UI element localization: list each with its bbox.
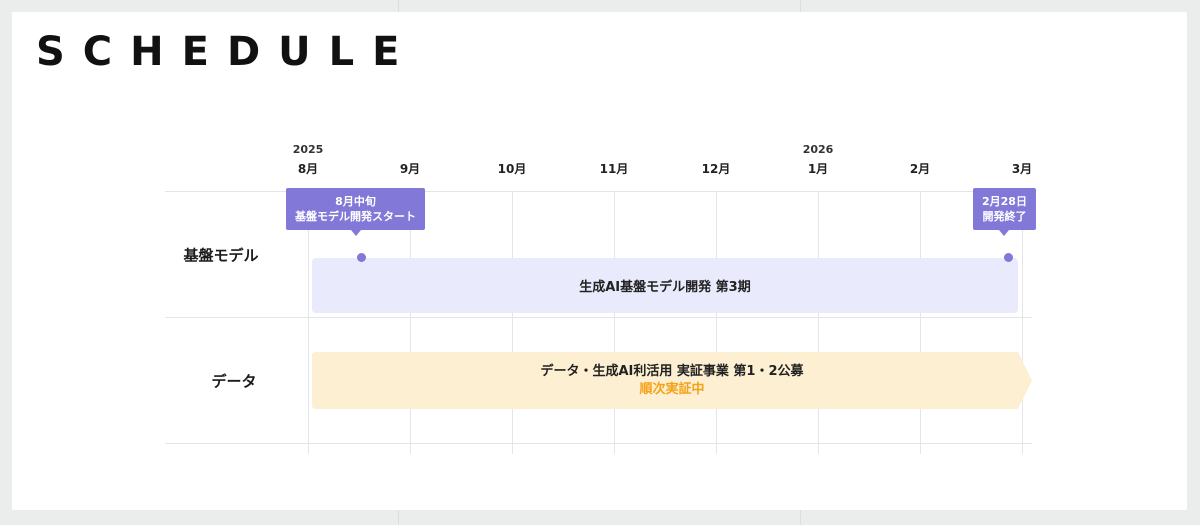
grid-line-vertical — [920, 192, 921, 454]
year-label-2025: 2025 — [292, 143, 324, 156]
model-bar-label: 生成AI基盤モデル開発 第3期 — [579, 280, 751, 295]
grid-line-vertical — [410, 192, 411, 454]
milestone-end-date: 2月28日 — [982, 195, 1027, 208]
month-label: 12月 — [701, 162, 731, 176]
month-label: 8月 — [297, 162, 319, 176]
month-label: 1月 — [807, 162, 829, 176]
grid-line-horizontal — [165, 443, 1032, 444]
milestone-start-dot — [357, 253, 366, 262]
page-title: SCHEDULE — [36, 29, 418, 75]
row-label-model: 基盤モデル — [183, 246, 259, 265]
grid-line-vertical — [818, 192, 819, 454]
month-label: 11月 — [599, 162, 629, 176]
milestone-end-text: 開発終了 — [982, 210, 1027, 223]
month-label: 10月 — [497, 162, 527, 176]
data-bar-label: データ・生成AI利活用 実証事業 第1・2公募 — [540, 363, 804, 379]
data-project-bar: データ・生成AI利活用 実証事業 第1・2公募 順次実証中 — [312, 352, 1032, 409]
grid-line-vertical — [716, 192, 717, 454]
milestone-start-date: 8月中旬 — [335, 195, 376, 208]
milestone-end-dot — [1004, 253, 1013, 262]
grid-line-vertical — [512, 192, 513, 454]
grid-line-vertical — [1022, 192, 1023, 454]
grid-line-horizontal — [165, 317, 1032, 318]
grid-line-vertical — [308, 192, 309, 454]
model-development-bar: 生成AI基盤モデル開発 第3期 — [312, 258, 1018, 313]
month-label: 2月 — [909, 162, 931, 176]
row-label-data: データ — [211, 372, 257, 391]
schedule-card: SCHEDULE 2025 2026 8月 9月 10月 11月 12月 1月 … — [12, 12, 1187, 510]
data-bar-status: 順次実証中 — [639, 381, 705, 397]
milestone-end-callout: 2月28日 開発終了 — [973, 188, 1036, 236]
month-label: 3月 — [1011, 162, 1033, 176]
grid-line-vertical — [614, 192, 615, 454]
milestone-start-callout: 8月中旬 基盤モデル開発スタート — [286, 188, 425, 236]
milestone-start-text: 基盤モデル開発スタート — [295, 210, 416, 223]
year-label-2026: 2026 — [802, 143, 834, 156]
month-label: 9月 — [399, 162, 421, 176]
